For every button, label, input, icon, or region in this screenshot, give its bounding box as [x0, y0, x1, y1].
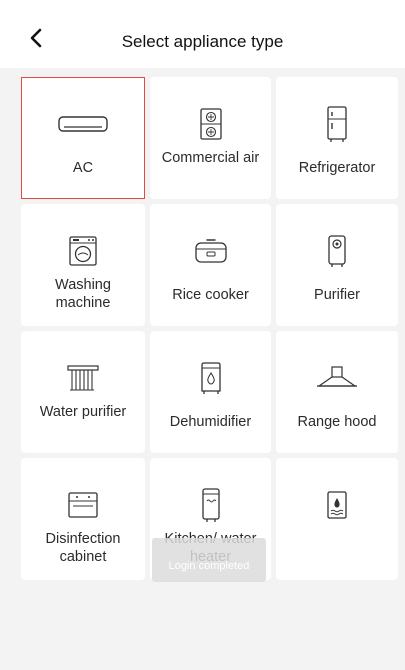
air-conditioner-icon: [58, 116, 108, 132]
appliance-label: Dehumidifier: [169, 414, 252, 430]
appliance-label: AC: [72, 160, 94, 176]
appliance-label: Purifier: [314, 287, 360, 303]
page-title: Select appliance type: [121, 32, 284, 51]
appliance-label: Washing machine: [55, 277, 111, 311]
refrigerator-icon: [327, 106, 347, 142]
appliance-label: Commercial air: [161, 150, 260, 166]
appliance-tile-ac[interactable]: AC: [21, 77, 145, 199]
dehumidifier-icon: [200, 362, 221, 394]
commercial-air-icon: [199, 108, 222, 140]
appliance-tile-rice-cooker[interactable]: Rice cooker: [150, 204, 271, 326]
appliance-label: Water purifier: [39, 404, 127, 420]
appliance-label: Range hood: [297, 414, 377, 430]
toast-message: Login completed: [152, 538, 266, 582]
appliance-tile-refrigerator[interactable]: Refrigerator: [276, 77, 398, 199]
appliance-label: Rice cooker: [172, 287, 249, 303]
appliance-tile-water-purifier[interactable]: Water purifier: [21, 331, 145, 453]
range-hood-icon: [317, 366, 357, 387]
water-purifier-icon: [67, 365, 99, 391]
rice-cooker-icon: [194, 239, 227, 263]
appliance-tile-washing-machine[interactable]: Washing machine: [21, 204, 145, 326]
purifier-icon: [328, 235, 346, 267]
appliance-tile-commercial-air[interactable]: Commercial air: [150, 77, 271, 199]
appliance-grid: AC Commercial air Refrigerator Washing m…: [21, 77, 398, 580]
appliance-label: Refrigerator: [298, 160, 376, 176]
appliance-tile-purifier[interactable]: Purifier: [276, 204, 398, 326]
washing-machine-icon: [69, 236, 97, 266]
disinfection-cabinet-icon: [68, 492, 98, 518]
appliance-tile-disinfection-cabinet[interactable]: Disinfection cabinet: [21, 458, 145, 580]
appliance-label: Disinfection cabinet: [45, 531, 121, 565]
water-heater-icon: [201, 488, 220, 522]
appliance-tile-water-dispenser[interactable]: [276, 458, 398, 580]
appliance-tile-range-hood[interactable]: Range hood: [276, 331, 398, 453]
water-dispenser-icon: [327, 491, 347, 519]
header-bar: Select appliance type: [0, 0, 405, 68]
appliance-tile-dehumidifier[interactable]: Dehumidifier: [150, 331, 271, 453]
